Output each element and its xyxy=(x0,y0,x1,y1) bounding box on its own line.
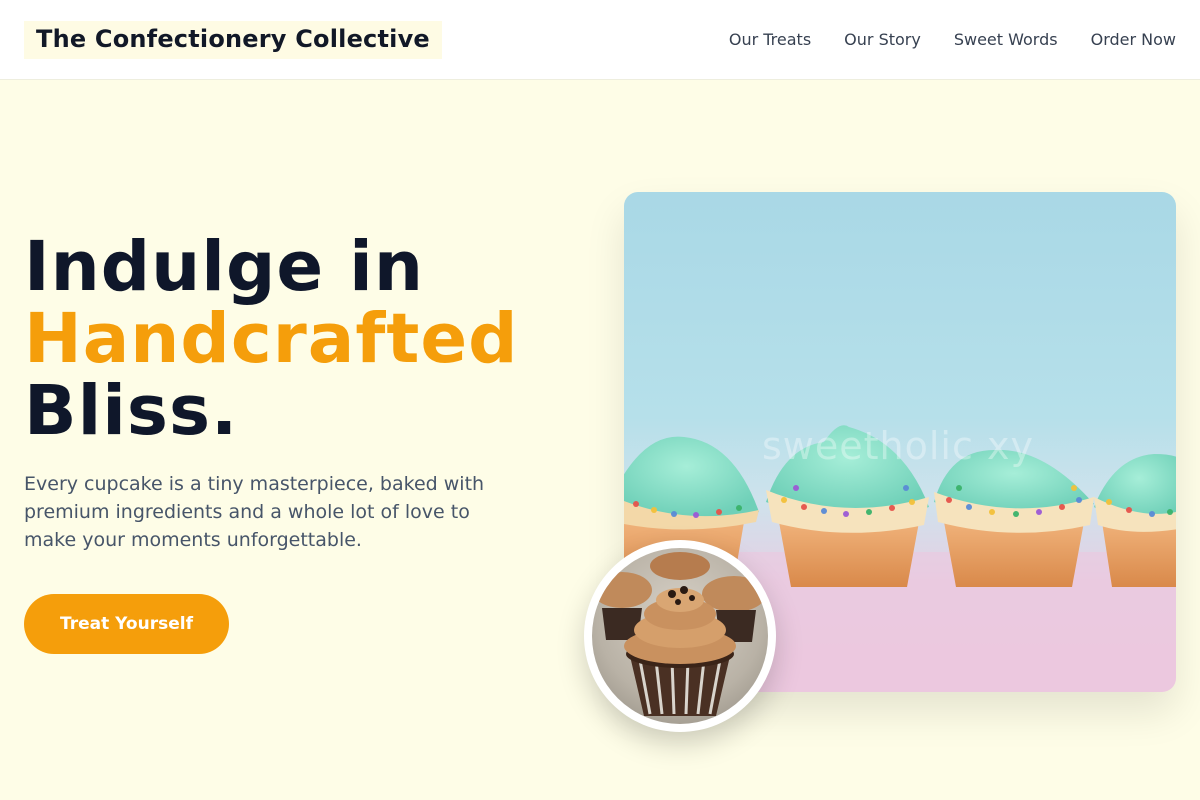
brand-logo[interactable]: The Confectionery Collective xyxy=(24,20,442,59)
hero-section: Indulge in Handcrafted Bliss. Every cupc… xyxy=(0,81,1200,800)
hero-headline: Indulge in Handcrafted Bliss. xyxy=(24,231,519,447)
nav-sweet-words[interactable]: Sweet Words xyxy=(954,30,1058,49)
headline-accent: Handcrafted xyxy=(24,299,519,379)
headline-line-1: Indulge in xyxy=(24,227,424,307)
hero-subtext: Every cupcake is a tiny masterpiece, bak… xyxy=(24,473,485,551)
main-nav: Our Treats Our Story Sweet Words Order N… xyxy=(729,30,1176,49)
chocolate-cupcake-illustration xyxy=(592,552,766,716)
treat-yourself-button[interactable]: Treat Yourself xyxy=(24,594,229,654)
nav-our-story[interactable]: Our Story xyxy=(844,30,921,49)
featured-cupcake-image xyxy=(584,540,776,732)
headline-line-3: Bliss. xyxy=(24,371,239,451)
chocolate-cupcake-photo xyxy=(592,548,768,724)
nav-order-now[interactable]: Order Now xyxy=(1091,30,1176,49)
cupcake-3 xyxy=(934,449,1094,587)
image-watermark: sweetholic xy xyxy=(762,424,1034,468)
nav-our-treats[interactable]: Our Treats xyxy=(729,30,811,49)
site-header: The Confectionery Collective Our Treats … xyxy=(0,0,1200,80)
